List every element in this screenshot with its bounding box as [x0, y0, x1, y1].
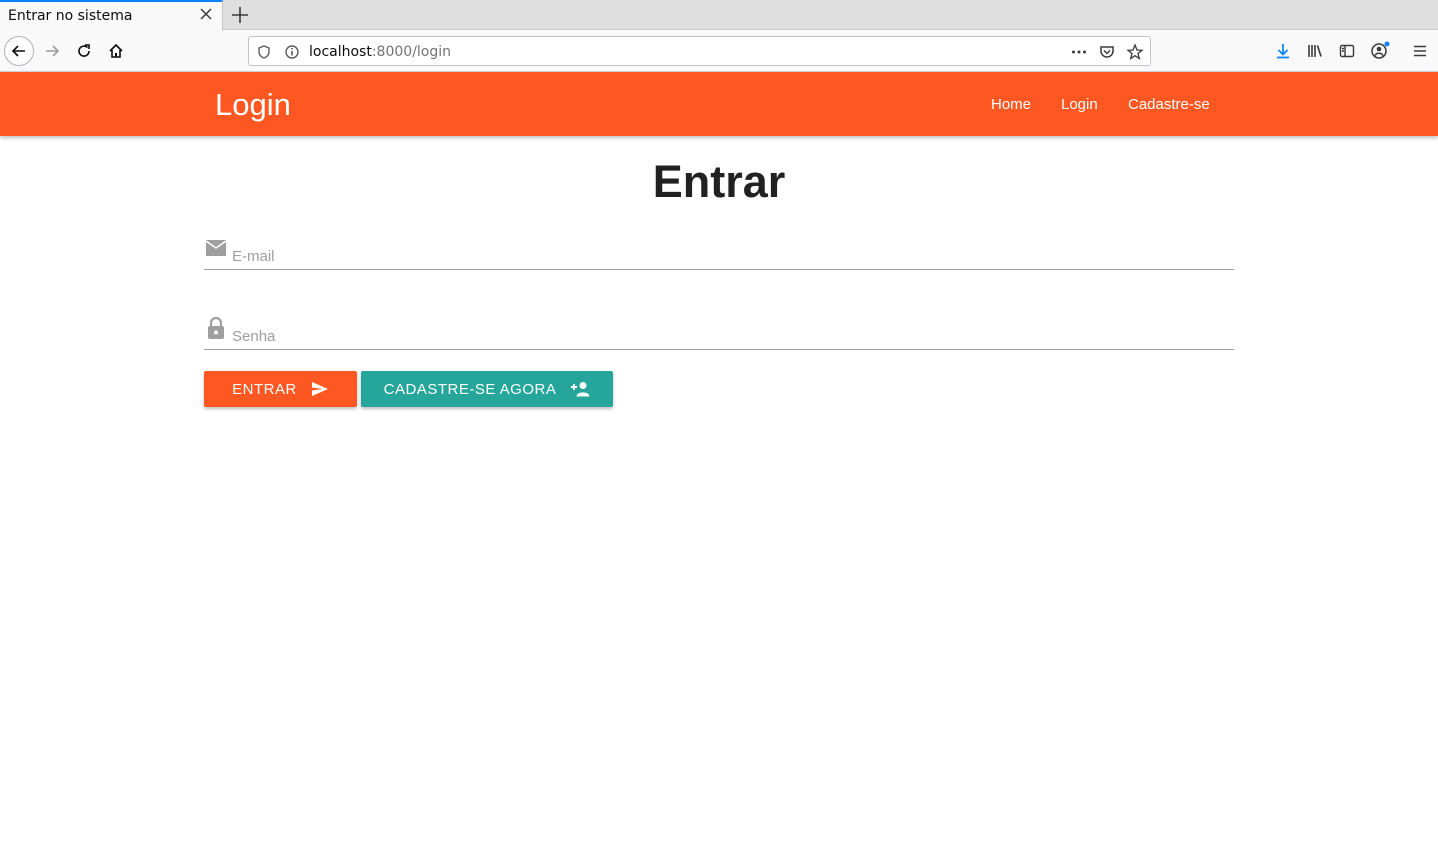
tab-title: Entrar no sistema [8, 8, 133, 24]
person-add-icon [571, 382, 590, 397]
sidebar-icon[interactable] [1338, 42, 1356, 60]
password-input[interactable] [232, 310, 1232, 348]
new-tab-icon[interactable] [229, 4, 251, 26]
brand-logo[interactable]: Login [215, 87, 291, 123]
send-icon [311, 382, 328, 396]
library-icon[interactable] [1306, 42, 1324, 60]
login-button[interactable]: ENTRAR [204, 371, 357, 407]
more-actions-icon[interactable] [1070, 43, 1088, 61]
login-button-label: ENTRAR [232, 380, 297, 398]
close-icon[interactable] [198, 6, 214, 22]
page-title: Entrar [652, 156, 786, 207]
shield-icon[interactable] [255, 43, 273, 61]
arrow-right-icon [46, 45, 60, 57]
app-header: Login Home Login Cadastre-se [0, 72, 1438, 136]
browser-navbar: localhost:8000/login [0, 31, 1438, 72]
nav-link-login[interactable]: Login [1061, 96, 1098, 113]
register-button-label: CADASTRE-SE AGORA [383, 380, 557, 398]
download-icon[interactable] [1274, 42, 1292, 60]
url-path: :8000/login [371, 44, 452, 60]
lock-icon [208, 316, 224, 339]
pocket-icon[interactable] [1098, 43, 1116, 61]
email-input[interactable] [232, 230, 1232, 268]
account-icon[interactable] [1370, 40, 1392, 62]
back-button[interactable] [4, 36, 34, 66]
url-host: localhost [309, 44, 372, 60]
hamburger-menu-icon[interactable] [1411, 42, 1429, 60]
reload-icon [78, 44, 90, 57]
home-icon [109, 43, 123, 58]
url-text[interactable]: localhost:8000/login [309, 44, 451, 60]
browser-tabstrip: Entrar no sistema [0, 0, 1438, 31]
arrow-left-icon [11, 45, 25, 57]
url-bar[interactable]: localhost:8000/login [248, 36, 1151, 66]
bookmark-star-icon[interactable] [1126, 43, 1144, 61]
nav-link-register[interactable]: Cadastre-se [1128, 96, 1210, 113]
browser-tab[interactable]: Entrar no sistema [0, 0, 223, 31]
mail-icon [205, 240, 227, 256]
forward-button[interactable] [37, 36, 67, 66]
nav-link-home[interactable]: Home [991, 96, 1031, 113]
home-button[interactable] [101, 36, 131, 66]
reload-button[interactable] [69, 36, 99, 66]
password-field-container [204, 310, 1234, 350]
email-field-container [204, 230, 1234, 270]
info-icon[interactable] [283, 43, 301, 61]
register-now-button[interactable]: CADASTRE-SE AGORA [361, 371, 613, 407]
